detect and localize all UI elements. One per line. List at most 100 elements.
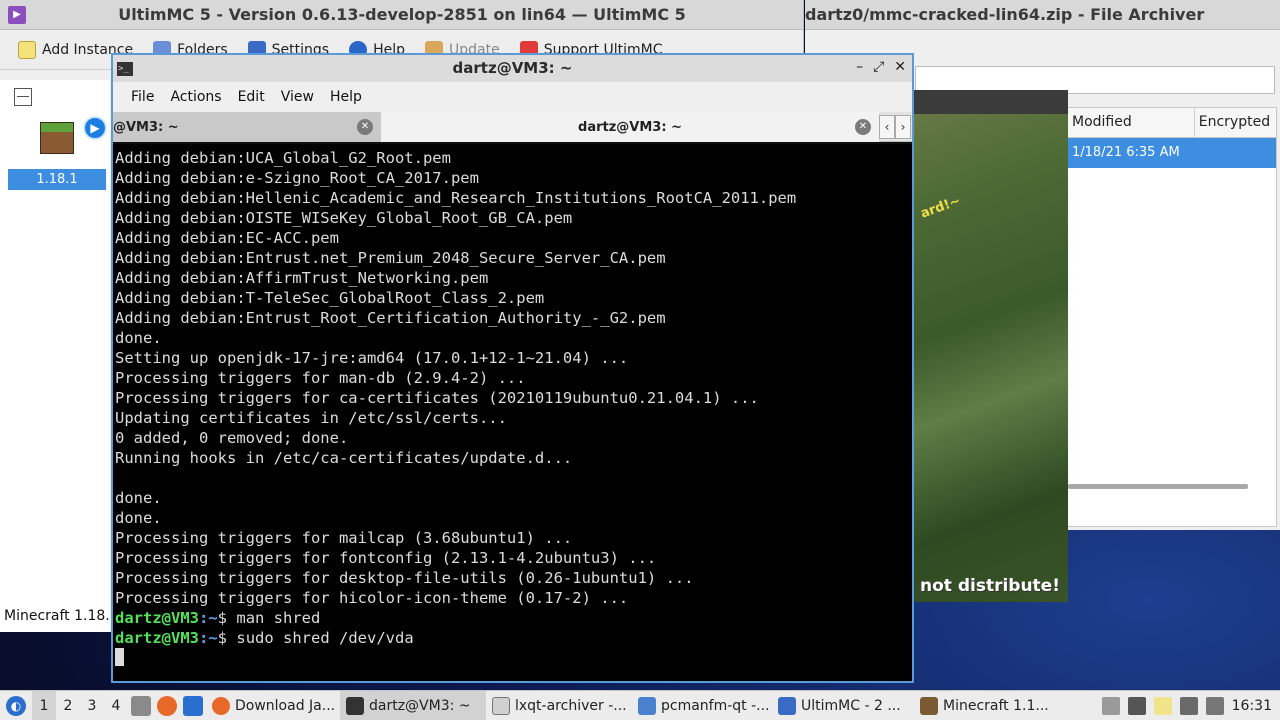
volume-icon[interactable] bbox=[1127, 697, 1146, 715]
task-archiver[interactable]: lxqt-archiver -... bbox=[486, 691, 632, 720]
terminal-output-line: Updating certificates in /etc/ssl/certs.… bbox=[115, 409, 507, 427]
table-row[interactable]: 1/18/21 6:35 AM bbox=[1068, 138, 1276, 168]
minimize-icon[interactable]: – bbox=[856, 59, 863, 75]
terminal-title: dartz@VM3: ~ bbox=[452, 59, 573, 77]
tab-1-label: @VM3: ~ bbox=[113, 119, 179, 135]
prompt-user: dartz@VM3 bbox=[115, 609, 199, 627]
terminal-output-line: 0 added, 0 removed; done. bbox=[115, 429, 349, 447]
taskbar: ◐ 1 2 3 4 Download Ja... dartz@VM3: ~ lx… bbox=[0, 690, 1280, 720]
tab-close-icon[interactable]: ✕ bbox=[357, 119, 373, 135]
terminal-output-line: Adding debian:EC-ACC.pem bbox=[115, 229, 339, 247]
terminal-output-line: Running hooks in /etc/ca-certificates/up… bbox=[115, 449, 573, 467]
minecraft-window[interactable]: ard!~ not distribute! bbox=[912, 90, 1068, 602]
update-notifier-icon[interactable] bbox=[1101, 697, 1120, 715]
task-label: Download Ja... bbox=[235, 697, 336, 714]
task-minecraft[interactable]: Minecraft 1.1... bbox=[914, 691, 1048, 720]
terminal-output-line: Adding debian:T-TeleSec_GlobalRoot_Class… bbox=[115, 289, 545, 307]
terminal-output-line: Processing triggers for fontconfig (2.13… bbox=[115, 549, 657, 567]
column-encrypted[interactable]: Encrypted bbox=[1195, 108, 1276, 137]
prompt-path: :~ bbox=[199, 629, 218, 647]
archiver-title[interactable]: dartz0/mmc-cracked-lin64.zip - File Arch… bbox=[805, 0, 1280, 30]
instance-view-toggle[interactable] bbox=[14, 88, 32, 106]
menu-view[interactable]: View bbox=[273, 89, 322, 105]
terminal-menubar: File Actions Edit View Help bbox=[113, 82, 912, 112]
show-desktop-icon[interactable] bbox=[183, 695, 203, 716]
row-encrypted bbox=[1195, 138, 1276, 168]
archiver-table-header: Modified Encrypted bbox=[1068, 108, 1276, 138]
terminal-output-line: done. bbox=[115, 329, 162, 347]
maximize-icon[interactable]: ⤢ bbox=[873, 59, 884, 75]
task-terminal[interactable]: dartz@VM3: ~ bbox=[340, 690, 486, 720]
terminal-tabbar: @VM3: ~ ✕ dartz@VM3: ~ ✕ ‹ › bbox=[113, 112, 912, 142]
clock[interactable]: 16:31 bbox=[1232, 698, 1272, 714]
terminal-output-line: Processing triggers for man-db (2.9.4-2)… bbox=[115, 369, 526, 387]
tab-scroll-right-icon[interactable]: › bbox=[895, 115, 911, 139]
tab-1[interactable]: @VM3: ~ ✕ bbox=[113, 112, 381, 142]
task-label: pcmanfm-qt -... bbox=[661, 697, 770, 714]
network-icon[interactable] bbox=[1179, 697, 1198, 715]
firefox-launcher-icon[interactable] bbox=[157, 695, 177, 716]
menu-help[interactable]: Help bbox=[322, 89, 370, 105]
desktop-2[interactable]: 2 bbox=[56, 698, 80, 714]
terminal-icon bbox=[346, 696, 364, 715]
archiver-icon bbox=[492, 696, 510, 715]
desktop-1[interactable]: 1 bbox=[32, 690, 56, 720]
horizontal-scrollbar[interactable] bbox=[1068, 484, 1248, 489]
task-firefox[interactable]: Download Ja... bbox=[206, 691, 340, 720]
terminal-output-line: Adding debian:AffirmTrust_Networking.pem bbox=[115, 269, 489, 287]
terminal-output-line: done. bbox=[115, 509, 162, 527]
prompt-symbol: $ bbox=[217, 609, 228, 627]
instance-list bbox=[0, 80, 110, 632]
tab-close-icon[interactable]: ✕ bbox=[855, 119, 871, 135]
terminal-output-line: Processing triggers for mailcap (3.68ubu… bbox=[115, 529, 573, 547]
firefox-icon bbox=[212, 696, 230, 715]
terminal-output-line: done. bbox=[115, 489, 162, 507]
start-button[interactable]: ◐ bbox=[0, 691, 32, 720]
tab-scroll-left-icon[interactable]: ‹ bbox=[879, 115, 895, 139]
ultimmc-icon bbox=[778, 696, 796, 715]
ultimmc-titlebar[interactable]: ▶ UltimMC 5 - Version 0.6.13-develop-285… bbox=[0, 0, 803, 30]
cursor-line bbox=[115, 648, 912, 668]
text-cursor bbox=[115, 648, 124, 666]
tab-2-label: dartz@VM3: ~ bbox=[578, 119, 682, 135]
folder-icon bbox=[638, 696, 656, 715]
terminal-output-line: Adding debian:Entrust_Root_Certification… bbox=[115, 309, 666, 327]
desktop-3[interactable]: 3 bbox=[80, 698, 104, 714]
clipboard-icon[interactable] bbox=[1153, 697, 1172, 715]
task-label: lxqt-archiver -... bbox=[515, 697, 627, 714]
task-label: UltimMC - 2 ... bbox=[801, 697, 901, 714]
grass-block-icon[interactable] bbox=[40, 122, 74, 154]
task-pcmanfm[interactable]: pcmanfm-qt -... bbox=[632, 691, 772, 720]
terminal-output-line: Setting up openjdk-17-jre:amd64 (17.0.1+… bbox=[115, 349, 629, 367]
terminal-output-line: Processing triggers for desktop-file-uti… bbox=[115, 569, 694, 587]
splash-text: ard!~ bbox=[918, 193, 963, 222]
menu-edit[interactable]: Edit bbox=[230, 89, 273, 105]
terminal-output-line: Adding debian:Hellenic_Academic_and_Rese… bbox=[115, 189, 797, 207]
minecraft-titlebar[interactable] bbox=[912, 90, 1068, 114]
task-ultimmc[interactable]: UltimMC - 2 ... bbox=[772, 691, 914, 720]
tab-2[interactable]: dartz@VM3: ~ ✕ bbox=[381, 112, 879, 142]
play-icon[interactable]: ▶ bbox=[83, 116, 107, 140]
system-tray: 16:31 bbox=[1101, 691, 1280, 720]
file-manager-launcher-icon[interactable] bbox=[131, 695, 151, 716]
minecraft-icon bbox=[920, 696, 938, 715]
archiver-file-table: Modified Encrypted 1/18/21 6:35 AM bbox=[1067, 107, 1277, 527]
close-icon[interactable]: ✕ bbox=[894, 59, 906, 75]
desktop-4[interactable]: 4 bbox=[104, 698, 128, 714]
row-modified: 1/18/21 6:35 AM bbox=[1072, 145, 1180, 160]
terminal-output-line: Adding debian:Entrust.net_Premium_2048_S… bbox=[115, 249, 666, 267]
menu-actions[interactable]: Actions bbox=[162, 89, 229, 105]
column-modified[interactable]: Modified bbox=[1068, 108, 1195, 137]
task-label: dartz@VM3: ~ bbox=[369, 697, 471, 714]
display-icon[interactable] bbox=[1205, 697, 1224, 715]
menu-file[interactable]: File bbox=[123, 89, 162, 105]
command-text: sudo shred /dev/vda bbox=[236, 629, 414, 647]
terminal-titlebar[interactable]: >_ dartz@VM3: ~ – ⤢ ✕ bbox=[113, 55, 912, 82]
terminal-output[interactable]: Adding debian:UCA_Global_G2_Root.pem Addi… bbox=[113, 144, 912, 681]
terminal-output-line: Adding debian:UCA_Global_G2_Root.pem bbox=[115, 149, 451, 167]
prompt-path: :~ bbox=[199, 609, 218, 627]
instance-label[interactable]: 1.18.1 bbox=[8, 169, 106, 190]
terminal-output-line: Processing triggers for ca-certificates … bbox=[115, 389, 759, 407]
lubuntu-logo-icon: ◐ bbox=[6, 695, 26, 716]
